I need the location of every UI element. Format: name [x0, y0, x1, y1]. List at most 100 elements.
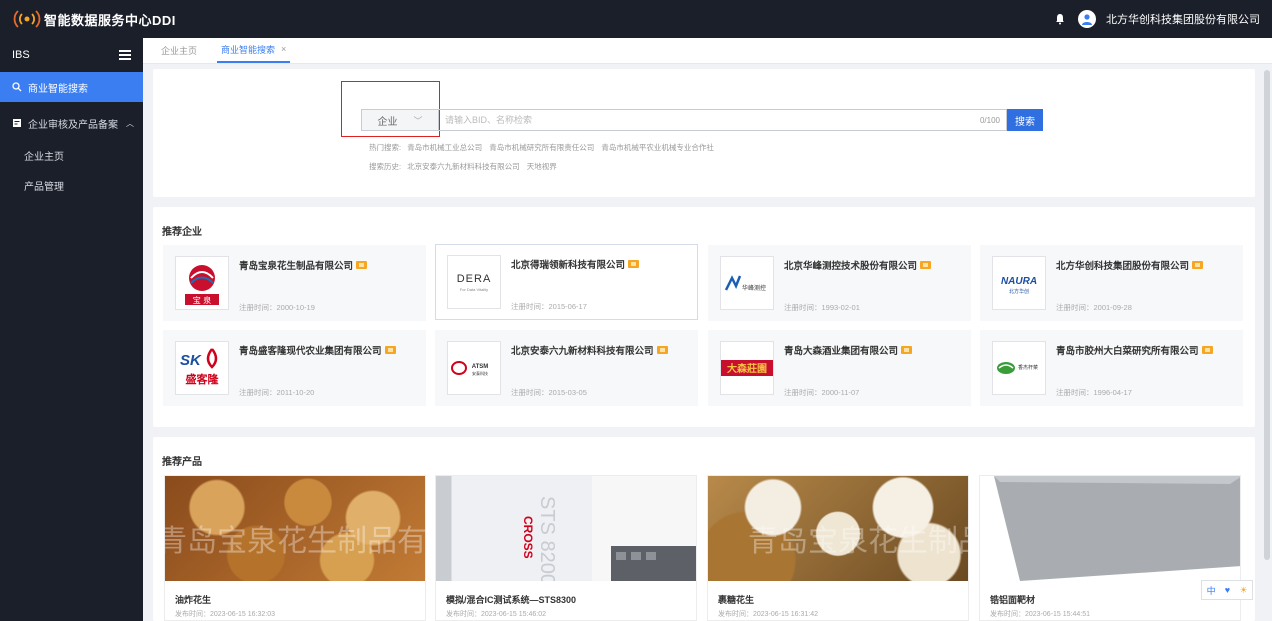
- char-counter: 0/100: [979, 115, 1000, 125]
- company-logo: 宝 泉: [175, 256, 229, 310]
- enterprise-card[interactable]: SK 盛客隆 青岛盛客隆现代农业集团有限公司 注册时间：2011-10-20: [163, 330, 426, 406]
- app-title: 智能数据服务中心DDI: [44, 12, 176, 28]
- certified-badge-icon: [1201, 346, 1213, 354]
- certified-badge-icon: [1192, 261, 1204, 269]
- company-logo: 香杰杆菜: [992, 341, 1046, 395]
- search-input-wrapper: 0/100: [439, 109, 1007, 131]
- image-watermark: 青岛宝泉花生制品: [748, 524, 968, 559]
- hot-search-link[interactable]: 青岛市机械工业总公司: [407, 143, 482, 152]
- product-image: 青岛宝泉花生制品: [708, 476, 968, 581]
- page-scrollbar[interactable]: [1264, 70, 1270, 560]
- hot-search-link[interactable]: 青岛市机械平农业机械专业合作社: [601, 143, 714, 152]
- floating-toolbar: 中 ♥ ☀: [1201, 580, 1253, 600]
- enterprise-card[interactable]: 华峰测控 北京华峰测控技术股份有限公司 注册时间：1993-02-01: [708, 245, 971, 321]
- hot-search-row: 热门搜索: 青岛市机械工业总公司 青岛市机械研究所有限责任公司 青岛市机械平农业…: [369, 142, 719, 153]
- register-date: 注册时间：1996-04-17: [1056, 388, 1132, 397]
- enterprise-name: 北京得瑞领新科技有限公司: [511, 257, 640, 271]
- favorite-icon[interactable]: ♥: [1225, 585, 1230, 595]
- certified-badge-icon: [628, 260, 640, 268]
- enterprise-card[interactable]: 香杰杆菜 青岛市胶州大白菜研究所有限公司 注册时间：1996-04-17: [980, 330, 1243, 406]
- sidebar-item-smart-search[interactable]: 商业智能搜索: [0, 72, 143, 102]
- menu-toggle-icon[interactable]: [119, 50, 131, 60]
- product-name: 油炸花生: [175, 595, 212, 605]
- product-image: STS 8200 CROSS: [436, 476, 696, 581]
- company-logo: ATSM 安泰科技: [447, 341, 501, 395]
- chevron-down-icon: ﹀: [413, 115, 423, 126]
- enterprise-card[interactable]: NAURA 北方华创 北方华创科技集团股份有限公司 注册时间：2001-09-2…: [980, 245, 1243, 321]
- recommended-products-panel: 推荐产品 青岛宝泉花生制品有限公 油炸花生 发布时间：2023-06-15 16…: [153, 437, 1255, 621]
- enterprise-name: 北方华创科技集团股份有限公司: [1056, 258, 1204, 272]
- sidebar-item-product-management[interactable]: 产品管理: [0, 170, 143, 200]
- search-type-select[interactable]: 企业 ﹀: [361, 109, 439, 131]
- company-logo: SK 盛客隆: [175, 341, 229, 395]
- svg-text:STS 8200: STS 8200: [536, 496, 558, 581]
- publish-date: 发布时间：2023-06-15 15:46:02: [446, 611, 546, 618]
- publish-date: 发布时间：2023-06-15 16:31:42: [718, 611, 818, 618]
- sidebar-item-label: 商业智能搜索: [28, 83, 88, 95]
- sidebar-item-company-home[interactable]: 企业主页: [0, 140, 143, 170]
- svg-text:SK: SK: [180, 352, 202, 369]
- avatar[interactable]: [1078, 10, 1096, 28]
- search-input[interactable]: [445, 115, 925, 125]
- document-icon: [12, 118, 22, 128]
- language-toggle-icon[interactable]: 中: [1207, 584, 1216, 597]
- recommended-enterprises-panel: 推荐企业 宝 泉 青岛宝泉花生制品有限公司 注册时间：2000-10-19 DE…: [153, 207, 1255, 427]
- search-icon: [12, 82, 22, 92]
- svg-text:盛客隆: 盛客隆: [186, 372, 220, 386]
- bell-icon[interactable]: [1052, 11, 1068, 27]
- svg-text:华峰测控: 华峰测控: [742, 284, 766, 292]
- register-date: 注册时间：2000-11-07: [784, 388, 860, 397]
- enterprise-name: 北京安泰六九新材料科技有限公司: [511, 343, 668, 357]
- enterprise-name: 青岛市胶州大白菜研究所有限公司: [1056, 343, 1213, 357]
- enterprise-card[interactable]: 宝 泉 青岛宝泉花生制品有限公司 注册时间：2000-10-19: [163, 245, 426, 321]
- enterprise-card[interactable]: ATSM 安泰科技 北京安泰六九新材料科技有限公司 注册时间：2015-03-0…: [435, 330, 698, 406]
- search-button[interactable]: 搜索: [1007, 109, 1043, 131]
- search-history-row: 搜索历史: 北京安泰六九新材料科技有限公司 天地视界: [369, 161, 562, 172]
- svg-text:北方华创: 北方华创: [1009, 288, 1029, 295]
- broadcast-logo-icon: [12, 9, 42, 29]
- enterprise-name: 北京华峰测控技术股份有限公司: [784, 258, 932, 272]
- history-link[interactable]: 天地视界: [527, 162, 557, 171]
- register-date: 注册时间：2015-06-17: [511, 302, 587, 311]
- sidebar-group-label: 企业审核及产品备案: [28, 119, 118, 131]
- theme-icon[interactable]: ☀: [1239, 585, 1247, 596]
- product-name: 锆铝面靶材: [990, 595, 1036, 605]
- certified-badge-icon: [656, 346, 668, 354]
- hot-search-link[interactable]: 青岛市机械研究所有限责任公司: [489, 143, 594, 152]
- sidebar-group-audit[interactable]: 企业审核及产品备案 ︿: [0, 106, 143, 140]
- tab-label: 商业智能搜索: [221, 44, 276, 55]
- user-company-name[interactable]: 北方华创科技集团股份有限公司: [1106, 11, 1260, 27]
- product-name: 裹糖花生: [718, 595, 755, 605]
- close-icon[interactable]: ×: [281, 44, 286, 54]
- register-date: 注册时间：2001-09-28: [1056, 303, 1132, 312]
- product-image: [980, 476, 1240, 581]
- register-date: 注册时间：1993-02-01: [784, 303, 860, 312]
- enterprise-name: 青岛大森酒业集团有限公司: [784, 343, 913, 357]
- chevron-up-icon: ︿: [126, 118, 134, 128]
- enterprise-card[interactable]: 大森莊園 青岛大森酒业集团有限公司 注册时间：2000-11-07: [708, 330, 971, 406]
- company-logo: 华峰测控: [720, 256, 774, 310]
- section-title: 推荐企业: [162, 227, 202, 238]
- sidebar: IBS 商业智能搜索 企业审核及产品备案 ︿ 企业主页 产品管理: [0, 38, 143, 621]
- company-logo: DERA For Data Vitality: [447, 255, 501, 309]
- sidebar-title: IBS: [12, 49, 30, 61]
- history-link[interactable]: 北京安泰六九新材料科技有限公司: [407, 162, 520, 171]
- product-card[interactable]: 青岛宝泉花生制品 裹糖花生 发布时间：2023-06-15 16:31:42: [707, 475, 969, 621]
- svg-text:CROSS: CROSS: [521, 516, 535, 559]
- search-panel: 企业 ﹀ 0/100 搜索 热门搜索: 青岛市机械工业总公司 青岛市机械研究所有…: [153, 69, 1255, 197]
- product-card[interactable]: STS 8200 CROSS 模拟/混合IC测试系统—STS8300 发布时间：…: [435, 475, 697, 621]
- register-date: 注册时间：2000-10-19: [239, 303, 315, 312]
- product-name: 模拟/混合IC测试系统—STS8300: [446, 595, 577, 605]
- tab-company-home[interactable]: 企业主页: [157, 37, 201, 63]
- hot-search-label: 热门搜索:: [369, 143, 402, 152]
- image-watermark: 青岛宝泉花生制品有限公: [165, 524, 425, 559]
- company-logo: NAURA 北方华创: [992, 256, 1046, 310]
- svg-text:香杰杆菜: 香杰杆菜: [1018, 364, 1038, 371]
- register-date: 注册时间：2015-03-05: [511, 388, 587, 397]
- product-image: 青岛宝泉花生制品有限公: [165, 476, 425, 581]
- enterprise-name: 青岛盛客隆现代农业集团有限公司: [239, 343, 396, 357]
- publish-date: 发布时间：2023-06-15 16:32:03: [175, 611, 275, 618]
- enterprise-card[interactable]: DERA For Data Vitality 北京得瑞领新科技有限公司 注册时间…: [435, 244, 698, 320]
- product-card[interactable]: 青岛宝泉花生制品有限公 油炸花生 发布时间：2023-06-15 16:32:0…: [164, 475, 426, 621]
- tab-smart-search[interactable]: 商业智能搜索 ×: [217, 37, 291, 63]
